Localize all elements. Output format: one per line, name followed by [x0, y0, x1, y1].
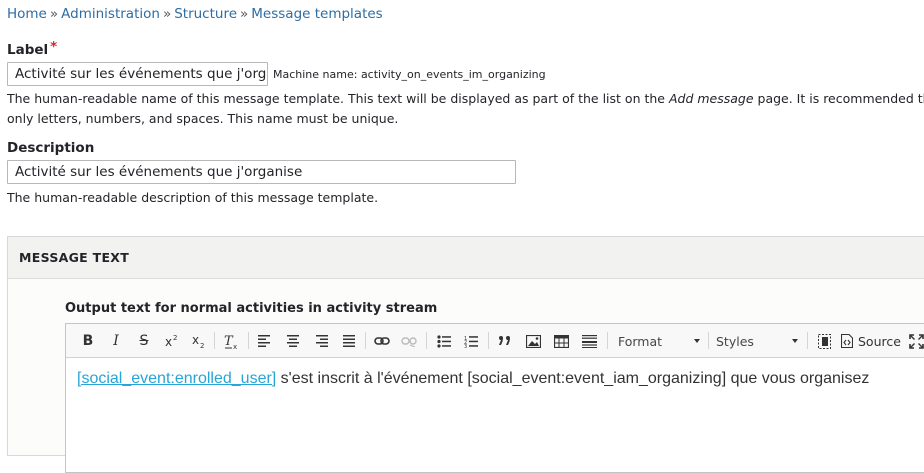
- strikethrough-button[interactable]: S: [136, 330, 152, 352]
- breadcrumb-message-templates[interactable]: Message templates: [251, 6, 382, 22]
- svg-text:x: x: [165, 335, 172, 349]
- bulleted-list-icon: [437, 334, 451, 348]
- numbered-list-button[interactable]: 123: [462, 330, 480, 352]
- subscript-icon: x2: [192, 333, 204, 349]
- label-field-label: Label *: [7, 39, 58, 58]
- bold-button[interactable]: B: [80, 330, 96, 352]
- blockquote-icon: [499, 336, 510, 345]
- label-help-post: page. It is recommended that: [757, 91, 924, 106]
- required-marker: *: [50, 39, 58, 55]
- message-text-panel-title: MESSAGE TEXT: [19, 250, 130, 265]
- rich-text-editor: B I S x2 x2 Tx 1 2 3 Format Styles Sourc…: [65, 323, 924, 473]
- show-blocks-button[interactable]: [815, 330, 833, 352]
- horizontal-rule-button[interactable]: [580, 330, 598, 352]
- breadcrumb-separator: »: [162, 6, 172, 22]
- format-dropdown[interactable]: Format: [615, 330, 703, 352]
- breadcrumb-separator: »: [240, 6, 249, 22]
- remove-format-button[interactable]: Tx: [223, 330, 241, 352]
- link-icon: [374, 337, 390, 345]
- description-field-label: Description: [7, 140, 95, 156]
- label-help-text: The human-readable name of this message …: [7, 89, 924, 109]
- output-text-label: Output text for normal activities in act…: [65, 301, 438, 316]
- image-button[interactable]: [524, 330, 542, 352]
- align-right-button[interactable]: [313, 330, 329, 352]
- breadcrumb-structure[interactable]: Structure: [174, 6, 237, 22]
- remove-format-icon: Tx: [224, 334, 237, 349]
- source-button[interactable]: Source: [841, 330, 903, 352]
- toolbar-separator: [214, 332, 215, 349]
- breadcrumb: Home» Administration» Structure» Message te…: [7, 6, 383, 22]
- numbered-list-icon: 123: [464, 336, 478, 348]
- toolbar-separator: [488, 332, 489, 349]
- svg-text:2: 2: [200, 342, 204, 349]
- label-input[interactable]: Activité sur les événements que j'organi…: [7, 62, 268, 86]
- chevron-down-icon: [694, 339, 700, 343]
- machine-name: Machine name: activity_on_events_im_orga…: [273, 68, 546, 81]
- bulleted-list-button[interactable]: [435, 330, 453, 352]
- unlink-icon: [401, 337, 417, 347]
- superscript-icon: x2: [165, 334, 177, 349]
- description-help-text: The human-readable description of this m…: [7, 190, 379, 205]
- toolbar-separator: [365, 332, 366, 349]
- toolbar-separator: [248, 332, 249, 349]
- token-link[interactable]: [social_event:enrolled_user]: [77, 370, 276, 387]
- message-text-panel-header[interactable]: MESSAGE TEXT: [8, 237, 924, 279]
- source-button-label: Source: [858, 333, 901, 349]
- breadcrumb-separator: »: [49, 6, 59, 22]
- table-button[interactable]: [552, 330, 570, 352]
- breadcrumb-administration[interactable]: Administration: [61, 6, 160, 22]
- chevron-down-icon: [792, 339, 798, 343]
- align-center-icon: [287, 335, 299, 347]
- svg-text:x: x: [192, 333, 199, 347]
- label-help-pre: The human-readable name of this message …: [7, 91, 669, 106]
- justify-button[interactable]: [341, 330, 357, 352]
- format-dropdown-label: Format: [618, 333, 663, 349]
- horizontal-rule-icon: [581, 334, 597, 348]
- message-text-panel-body: Output text for normal activities in act…: [8, 279, 924, 473]
- toolbar-separator: [426, 332, 427, 349]
- toolbar-separator: [607, 332, 608, 349]
- editor-toolbar: B I S x2 x2 Tx 1 2 3 Format Styles Sourc…: [66, 324, 924, 358]
- message-text-panel: MESSAGE TEXT Output text for normal acti…: [7, 236, 924, 473]
- svg-text:x: x: [233, 343, 237, 349]
- description-input-value: Activité sur les événements que j'organi…: [15, 164, 303, 180]
- svg-text:3: 3: [464, 344, 467, 348]
- editor-content[interactable]: [social_event:enrolled_user] s'est inscr…: [77, 370, 869, 388]
- breadcrumb-home[interactable]: Home: [7, 6, 47, 22]
- align-left-button[interactable]: [257, 330, 273, 352]
- maximize-icon: [908, 333, 924, 349]
- source-icon: [841, 334, 853, 348]
- styles-dropdown-label: Styles: [716, 333, 754, 349]
- editor-content-text: s'est inscrit à l'événement [social_even…: [276, 370, 870, 387]
- description-input[interactable]: Activité sur les événements que j'organi…: [7, 160, 516, 184]
- superscript-button[interactable]: x2: [163, 330, 181, 352]
- align-center-button[interactable]: [285, 330, 301, 352]
- table-icon: [553, 334, 569, 348]
- align-right-icon: [316, 335, 328, 347]
- image-icon: [525, 334, 541, 348]
- svg-text:2: 2: [173, 334, 177, 342]
- subscript-button[interactable]: x2: [190, 330, 208, 352]
- label-help-text-2: only letters, numbers, and spaces. This …: [7, 111, 399, 126]
- label-input-value: Activité sur les événements que j'organi…: [15, 66, 267, 82]
- justify-icon: [343, 335, 355, 347]
- unlink-button[interactable]: [400, 330, 418, 352]
- label-field-label-text: Label: [7, 42, 49, 58]
- toolbar-separator: [807, 332, 808, 349]
- label-help-emphasis: Add message: [668, 91, 754, 106]
- italic-button[interactable]: I: [108, 330, 124, 352]
- maximize-button[interactable]: [907, 330, 924, 352]
- styles-dropdown[interactable]: Styles: [713, 330, 801, 352]
- blockquote-button[interactable]: [496, 330, 514, 352]
- show-blocks-icon: [817, 333, 831, 349]
- toolbar-separator: [708, 332, 709, 349]
- link-button[interactable]: [373, 330, 391, 352]
- align-left-icon: [258, 335, 270, 347]
